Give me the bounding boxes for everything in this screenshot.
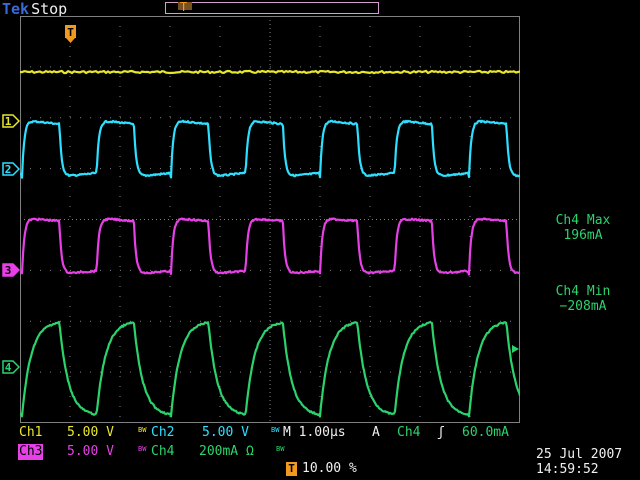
ch1-waveform bbox=[20, 69, 520, 75]
ch1-scale: 5.00 V bbox=[67, 425, 114, 440]
ch3-label[interactable]: Ch3 bbox=[18, 444, 44, 460]
scope-screen: Tek Stop T T 1 2 3 4 Ch4 Max 196mA Ch4 Mi… bbox=[0, 0, 640, 480]
measurement-ch4-min: Ch4 Min −208mA bbox=[528, 284, 638, 314]
ch3-marker-icon: 3 bbox=[2, 263, 21, 277]
svg-text:3: 3 bbox=[5, 264, 12, 277]
ch1-label[interactable]: Ch1 bbox=[19, 425, 42, 441]
ch1-marker-icon: 1 bbox=[2, 114, 21, 128]
trigger-slope-icon: ʃ bbox=[437, 425, 445, 440]
time: 14:59:52 bbox=[536, 462, 599, 477]
svg-text:T: T bbox=[67, 26, 74, 39]
date-time: 25 Jul 2007 14:59:52 bbox=[536, 447, 640, 477]
trigger-position-icon: T bbox=[286, 462, 297, 476]
ch3-scale: 5.00 V bbox=[67, 444, 114, 459]
measurement-label: Ch4 Max bbox=[555, 213, 611, 228]
ch2-bw-limit: BW bbox=[271, 426, 280, 434]
svg-text:1: 1 bbox=[5, 115, 12, 128]
trigger-level-icon bbox=[512, 345, 519, 353]
trigger-level[interactable]: 60.0mA bbox=[462, 425, 509, 441]
ch2-label[interactable]: Ch2 bbox=[151, 425, 174, 441]
ch2-marker[interactable]: 2 bbox=[2, 162, 21, 179]
ch4-scale: 200mA Ω bbox=[199, 444, 254, 459]
ch1-marker[interactable]: 1 bbox=[2, 114, 21, 131]
ch3-bw-limit: BW bbox=[138, 445, 147, 453]
trigger-type: A bbox=[372, 425, 380, 440]
trigger-point-icon: T bbox=[65, 25, 76, 43]
svg-text:2: 2 bbox=[5, 163, 12, 176]
measurement-value: −208mA bbox=[559, 299, 607, 314]
measurement-ch4-max: Ch4 Max 196mA bbox=[528, 213, 638, 243]
trigger-source[interactable]: Ch4 bbox=[397, 425, 420, 441]
ch3-waveform bbox=[20, 217, 520, 276]
measurement-value: 196mA bbox=[563, 228, 603, 243]
ch3-marker[interactable]: 3 bbox=[2, 263, 21, 280]
trigger-position[interactable]: 10.00 % bbox=[302, 461, 357, 477]
graticule: T bbox=[20, 16, 520, 423]
ch2-scale: 5.00 V bbox=[202, 425, 249, 440]
measurement-label: Ch4 Min bbox=[555, 284, 611, 299]
svg-text:4: 4 bbox=[5, 361, 12, 374]
date: 25 Jul 2007 bbox=[536, 447, 623, 462]
record-length-bar bbox=[165, 2, 379, 14]
timebase-readout[interactable]: M 1.00µs bbox=[283, 425, 346, 441]
ch4-bw-limit: BW bbox=[276, 445, 285, 453]
trigger-position-marker: T bbox=[180, 0, 188, 14]
ch4-marker[interactable]: 4 bbox=[2, 360, 21, 377]
ch4-label[interactable]: Ch4 bbox=[151, 444, 174, 460]
ch4-marker-icon: 4 bbox=[2, 360, 21, 374]
ch2-waveform bbox=[20, 119, 520, 179]
ch2-marker-icon: 2 bbox=[2, 162, 21, 176]
ch1-bw-limit: BW bbox=[138, 426, 147, 434]
